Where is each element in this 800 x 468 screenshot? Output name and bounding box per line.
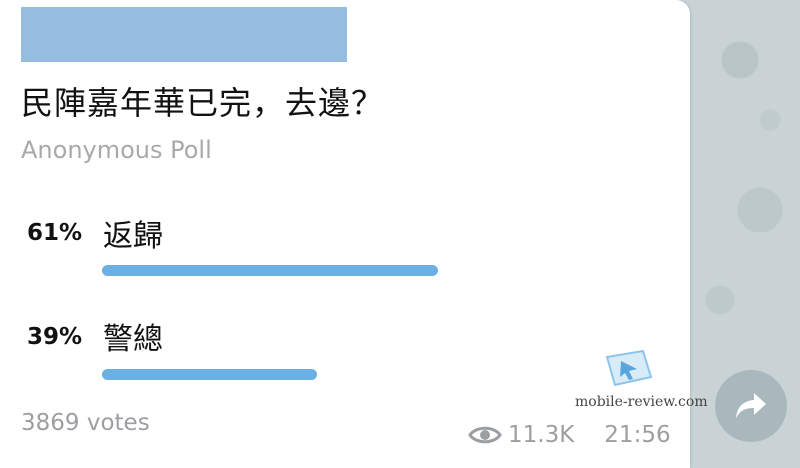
watermark-text: mobile-review.com bbox=[575, 394, 708, 410]
poll-option-bar-fill bbox=[102, 265, 438, 276]
poll-option-bar-fill bbox=[102, 369, 317, 380]
eye-icon bbox=[468, 426, 502, 444]
poll-option-percent: 39% bbox=[27, 324, 83, 350]
poll-type-label: Anonymous Poll bbox=[21, 136, 212, 164]
redacted-sender-name bbox=[21, 7, 347, 62]
poll-option-bar bbox=[102, 265, 652, 276]
vote-count[interactable]: 3869 votes bbox=[21, 410, 150, 436]
share-arrow-icon bbox=[736, 393, 766, 418]
view-count: 11.3K bbox=[508, 422, 575, 448]
message-time: 21:56 bbox=[604, 422, 671, 448]
poll-option-label: 警總 bbox=[103, 322, 163, 357]
poll-question: 民陣嘉年華已完，去邊？ bbox=[21, 84, 385, 122]
mobile-review-logo-icon bbox=[605, 349, 653, 387]
message-meta: 11.3K 21:56 bbox=[468, 422, 671, 448]
poll-option-percent: 61% bbox=[27, 220, 83, 246]
poll-option-bar bbox=[102, 369, 652, 380]
share-button[interactable] bbox=[715, 370, 787, 442]
poll-message-bubble: 民陣嘉年華已完，去邊？ Anonymous Poll 61% 返歸 39% 警總… bbox=[0, 0, 708, 468]
poll-option-label: 返歸 bbox=[103, 219, 163, 254]
watermark: mobile-review.com bbox=[575, 347, 708, 417]
